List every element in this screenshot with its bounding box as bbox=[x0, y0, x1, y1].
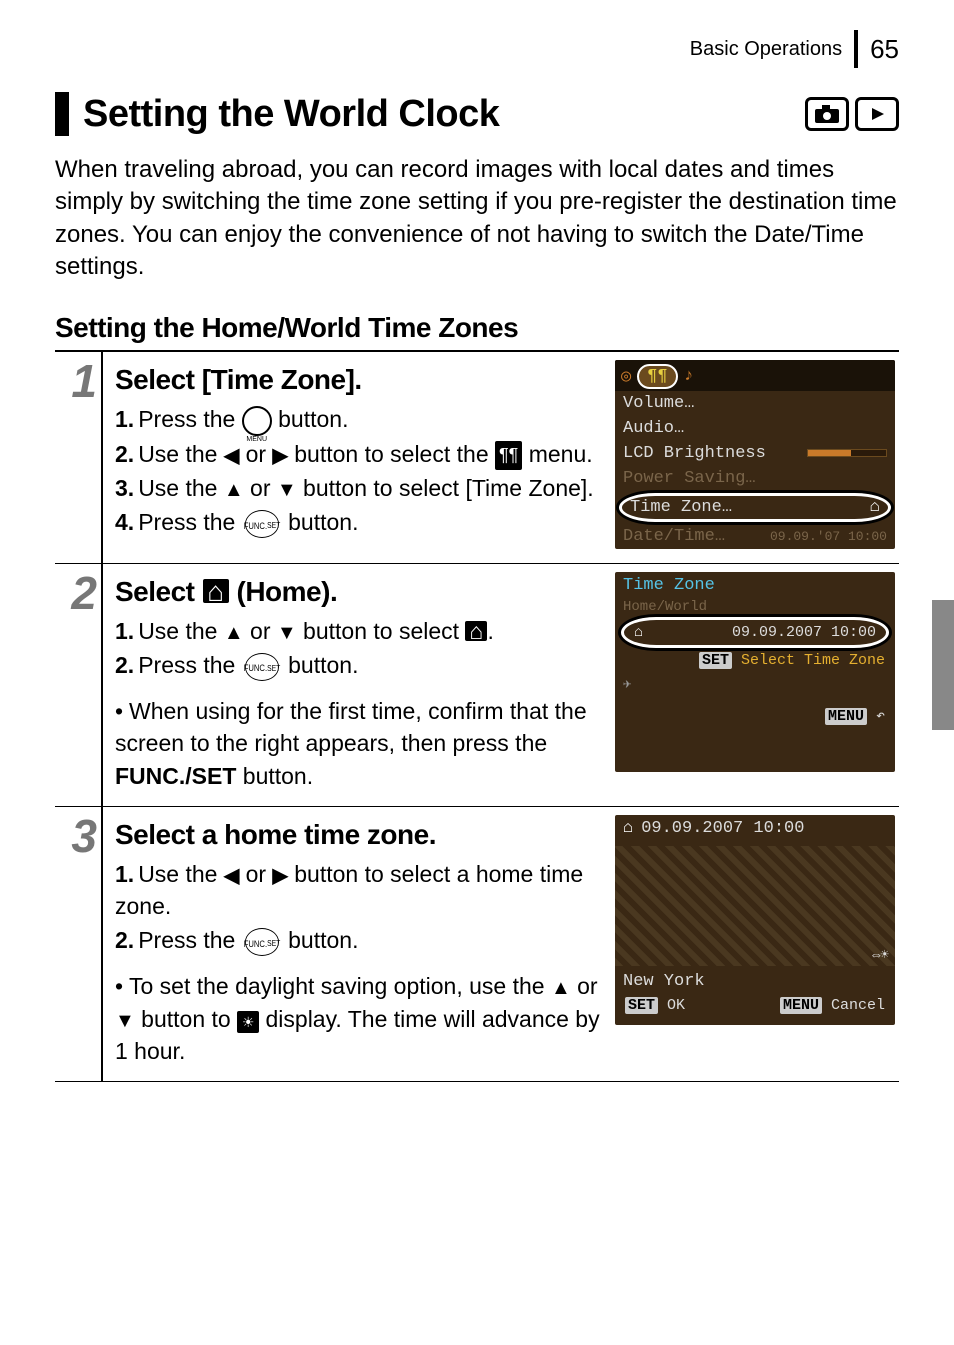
step-3-line-2: 2.Press the FUNC.SET button. bbox=[115, 924, 605, 956]
step-1-line-3: 3.Use the ▲ or ▼ button to select [Time … bbox=[115, 472, 605, 504]
arrow-up-icon: ▲ bbox=[224, 476, 244, 504]
mode-icons bbox=[805, 97, 899, 131]
step-3-note: •To set the daylight saving option, use … bbox=[115, 970, 605, 1067]
lcd-menu-brightness: LCD Brightness bbox=[615, 441, 895, 466]
camera-mode-icon bbox=[805, 97, 849, 131]
step-2-line-1: 1.Use the ▲ or ▼ button to select ⌂. bbox=[115, 615, 605, 647]
lcd-city: New York bbox=[615, 970, 895, 993]
step-1-line-4: 4.Press the FUNC.SET button. bbox=[115, 506, 605, 538]
dst-sun-icon: ☀ bbox=[237, 1011, 259, 1033]
header-separator bbox=[854, 30, 858, 68]
lcd-map-header: ⌂ 09.09.2007 10:00 bbox=[615, 815, 895, 842]
lcd-title: Time Zone bbox=[615, 572, 895, 599]
step-3-screenshot: ⌂ 09.09.2007 10:00 ⇔☀ New York SET OK ME… bbox=[615, 815, 895, 1067]
lcd-ok-cancel-row: SET OK MENU Cancel bbox=[615, 993, 895, 1022]
step-number: 2 bbox=[55, 564, 103, 806]
home-icon-small: ⌂ bbox=[623, 819, 633, 838]
heading-accent-bar bbox=[55, 92, 69, 136]
func-set-button-icon: FUNC.SET bbox=[245, 510, 279, 538]
step-number: 1 bbox=[55, 352, 103, 563]
step-title: Select [Time Zone]. bbox=[115, 360, 605, 399]
arrow-down-icon: ▼ bbox=[277, 619, 297, 647]
step-title: Select a home time zone. bbox=[115, 815, 605, 854]
lcd-menu-audio: Audio… bbox=[615, 416, 895, 441]
step-1-line-1: 1.Press the button. bbox=[115, 403, 605, 436]
lcd-tabs: Home/World bbox=[615, 599, 895, 615]
lcd-menu-volume: Volume… bbox=[615, 391, 895, 416]
arrow-right-icon: ▶ bbox=[272, 862, 287, 890]
step-3: 3 Select a home time zone. 1.Use the ◀ o… bbox=[55, 807, 899, 1082]
step-3-line-1: 1.Use the ◀ or ▶ button to select a home… bbox=[115, 858, 605, 922]
home-icon-small: ⌂ bbox=[634, 624, 643, 641]
step-2-line-2: 2.Press the FUNC.SET button. bbox=[115, 649, 605, 681]
arrow-left-icon: ◀ bbox=[224, 862, 239, 890]
step-1-line-2: 2.Use the ◀ or ▶ button to select the ¶¶… bbox=[115, 438, 605, 471]
lcd-world-row: ✈ bbox=[615, 673, 895, 696]
step-1: 1 Select [Time Zone]. 1.Press the button… bbox=[55, 352, 899, 564]
arrow-down-icon: ▼ bbox=[277, 476, 297, 504]
lcd-set-prompt: SET Select Time Zone bbox=[615, 650, 895, 673]
lcd-home-row-highlighted: ⌂ 09.09.2007 10:00 bbox=[621, 617, 889, 648]
dst-indicator: ⇔☀ bbox=[872, 947, 889, 964]
step-2: 2 Select ⌂ (Home). 1.Use the ▲ or ▼ butt… bbox=[55, 564, 899, 807]
side-thumb-tab bbox=[932, 600, 954, 730]
home-icon: ⌂ bbox=[203, 579, 229, 603]
step-2-note: •When using for the first time, confirm … bbox=[115, 695, 605, 792]
tools-tab-selected: ¶¶ bbox=[637, 364, 677, 389]
section-title: Basic Operations bbox=[690, 38, 842, 61]
lcd-menu-datetime: Date/Time…09.09.'07 10:00 bbox=[615, 524, 895, 549]
home-icon: ⌂ bbox=[465, 621, 487, 641]
lcd-menu-timezone-highlighted: Time Zone… ⌂ bbox=[619, 493, 891, 522]
step-1-screenshot: ◎ ¶¶ ♪ Volume… Audio… LCD Brightness Pow… bbox=[615, 360, 895, 549]
lcd-menu-back: MENU ↶ bbox=[615, 696, 895, 731]
step-number: 3 bbox=[55, 807, 103, 1081]
step-title: Select ⌂ (Home). bbox=[115, 572, 605, 611]
subheading: Setting the Home/World Time Zones bbox=[55, 312, 899, 344]
brightness-slider-icon bbox=[807, 449, 887, 457]
arrow-left-icon: ◀ bbox=[224, 442, 239, 470]
arrow-up-icon: ▲ bbox=[224, 619, 244, 647]
intro-paragraph: When traveling abroad, you can record im… bbox=[55, 154, 899, 284]
lcd-tab-row: ◎ ¶¶ ♪ bbox=[615, 360, 895, 391]
page-title: Setting the World Clock bbox=[83, 93, 499, 136]
page-number: 65 bbox=[870, 34, 899, 65]
tools-menu-icon: ¶¶ bbox=[495, 441, 522, 470]
lcd-menu-power: Power Saving… bbox=[615, 466, 895, 491]
arrow-up-icon: ▲ bbox=[551, 974, 571, 1002]
func-set-button-icon: FUNC.SET bbox=[245, 653, 279, 681]
step-2-screenshot: Time Zone Home/World ⌂ 09.09.2007 10:00 … bbox=[615, 572, 895, 792]
func-set-button-icon: FUNC.SET bbox=[245, 928, 279, 956]
page-header: Basic Operations 65 bbox=[55, 30, 899, 68]
home-icon-small: ⌂ bbox=[870, 498, 880, 517]
lcd-world-map: ⇔☀ bbox=[615, 846, 895, 966]
menu-button-icon bbox=[242, 406, 272, 436]
playback-mode-icon bbox=[855, 97, 899, 131]
arrow-down-icon: ▼ bbox=[115, 1007, 135, 1035]
arrow-right-icon: ▶ bbox=[272, 442, 287, 470]
